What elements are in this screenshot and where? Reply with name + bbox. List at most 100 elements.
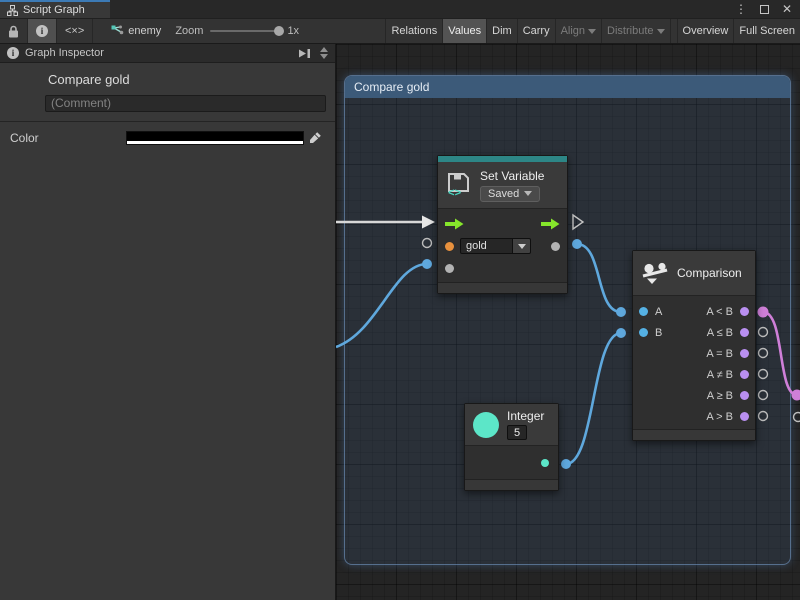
menu-dots-icon[interactable]: ⋮	[735, 3, 747, 15]
scroll-arrows[interactable]	[317, 47, 331, 59]
input-a-port[interactable]	[639, 307, 648, 316]
chevron-down-icon[interactable]	[513, 238, 531, 254]
eyedropper-icon	[309, 131, 322, 144]
graph-ref-icon	[111, 25, 124, 37]
zoom-slider[interactable]	[210, 30, 280, 32]
comparison-row: A > B	[633, 406, 755, 427]
color-label: Color	[10, 131, 39, 145]
node-comparison[interactable]: Comparison A A < B B	[632, 250, 756, 441]
zoom-value: 1x	[287, 25, 299, 37]
inspector-toggle-button[interactable]: i	[28, 19, 57, 43]
output-port[interactable]	[740, 349, 749, 358]
zoom-control: Zoom 1x	[169, 19, 305, 43]
value-input-port[interactable]	[445, 264, 454, 273]
wire-endpoint[interactable]	[561, 459, 571, 469]
output-port[interactable]	[740, 370, 749, 379]
toolbar: i <×> enemy Zoom 1x Relations Values Dim	[0, 18, 800, 44]
code-view-button[interactable]: <×>	[57, 19, 93, 43]
input-b-port[interactable]	[639, 328, 648, 337]
output-label: A > B	[706, 411, 733, 423]
maximize-icon[interactable]	[760, 5, 769, 14]
variable-row: gold	[438, 235, 567, 257]
output-port[interactable]	[740, 412, 749, 421]
lock-button[interactable]	[0, 19, 28, 43]
graph-breadcrumb[interactable]: enemy	[103, 19, 169, 43]
dock-icon[interactable]	[298, 48, 311, 59]
graph-title: Compare gold	[0, 72, 335, 87]
integer-value-field[interactable]: 5	[507, 425, 527, 440]
integer-output-port[interactable]	[541, 459, 549, 467]
integer-header[interactable]: Integer 5	[465, 404, 558, 446]
align-dropdown[interactable]: Align	[555, 19, 601, 43]
full-screen-button[interactable]: Full Screen	[733, 19, 800, 43]
unconnected-port[interactable]	[759, 349, 768, 358]
relations-button[interactable]: Relations	[385, 19, 442, 43]
close-icon[interactable]: ✕	[782, 3, 792, 15]
wire-endpoint[interactable]	[758, 307, 769, 318]
variable-name-dropdown[interactable]: gold	[460, 238, 531, 254]
info-icon: i	[7, 47, 19, 59]
node-title: Set Variable	[480, 169, 544, 183]
value-output-port[interactable]	[551, 242, 560, 251]
color-swatch[interactable]	[126, 131, 304, 145]
unconnected-port[interactable]	[794, 413, 800, 422]
wire-integer-to-b[interactable]	[566, 333, 621, 464]
eyedropper-button[interactable]	[306, 130, 325, 145]
graph-ref-label: enemy	[128, 25, 161, 37]
wire-endpoint[interactable]	[616, 307, 626, 317]
node-footer	[633, 429, 755, 440]
name-port[interactable]	[445, 242, 454, 251]
input-b-label: B	[655, 327, 662, 339]
chevron-down-icon	[524, 191, 532, 196]
comparison-header[interactable]: Comparison	[633, 251, 755, 296]
flow-out-arrow-icon[interactable]	[541, 218, 560, 230]
main-area: i Graph Inspector Compare gold	[0, 44, 800, 600]
values-button[interactable]: Values	[442, 19, 486, 43]
wire-blue-left[interactable]	[336, 264, 427, 347]
alpha-bar	[127, 141, 303, 144]
comparison-row: A A < B	[633, 301, 755, 322]
unconnected-port[interactable]	[759, 328, 768, 337]
wire-endpoint[interactable]	[792, 390, 800, 401]
wire-endpoint[interactable]	[616, 328, 626, 338]
set-variable-header[interactable]: <> Set Variable Saved	[438, 162, 567, 209]
flow-output-triangle-port[interactable]	[573, 215, 583, 229]
zoom-slider-handle[interactable]	[274, 26, 284, 36]
unconnected-port[interactable]	[759, 391, 768, 400]
set-variable-body: gold	[438, 209, 567, 282]
comparison-row: A ≠ B	[633, 364, 755, 385]
unconnected-port[interactable]	[423, 239, 432, 248]
window-controls: ⋮ ✕	[735, 0, 800, 18]
input-a-label: A	[655, 306, 662, 318]
carry-button[interactable]: Carry	[517, 19, 555, 43]
node-integer[interactable]: Integer 5	[464, 403, 559, 491]
wire-endpoint[interactable]	[422, 259, 432, 269]
output-port[interactable]	[740, 307, 749, 316]
wire-endpoint[interactable]	[572, 239, 582, 249]
comment-input[interactable]	[45, 95, 326, 112]
chevron-down-icon	[657, 29, 665, 34]
graph-canvas[interactable]: Compare gold	[336, 44, 800, 600]
node-set-variable[interactable]: <> Set Variable Saved	[437, 155, 568, 294]
distribute-dropdown[interactable]: Distribute	[601, 19, 669, 43]
dim-button[interactable]: Dim	[486, 19, 517, 43]
comparison-row: A ≥ B	[633, 385, 755, 406]
arrow-up-icon[interactable]	[320, 47, 328, 52]
chevron-down-icon	[588, 29, 596, 34]
variable-scope-dropdown[interactable]: Saved	[480, 186, 540, 202]
flow-in-arrow-icon[interactable]	[445, 218, 464, 230]
title-bar: Script Graph ⋮ ✕	[0, 0, 800, 18]
comparison-row: A = B	[633, 343, 755, 364]
flow-row	[438, 213, 567, 235]
input-row	[438, 257, 567, 279]
arrow-down-icon[interactable]	[320, 54, 328, 59]
tab-script-graph[interactable]: Script Graph	[0, 0, 110, 18]
output-port[interactable]	[740, 328, 749, 337]
overview-button[interactable]: Overview	[677, 19, 734, 43]
toolbar-right-group: Relations Values Dim Carry Align Distrib…	[385, 19, 800, 43]
wire-setvar-to-a[interactable]	[577, 244, 621, 312]
unconnected-port[interactable]	[759, 412, 768, 421]
output-port[interactable]	[740, 391, 749, 400]
unconnected-port[interactable]	[759, 370, 768, 379]
graph-icon	[7, 5, 18, 16]
